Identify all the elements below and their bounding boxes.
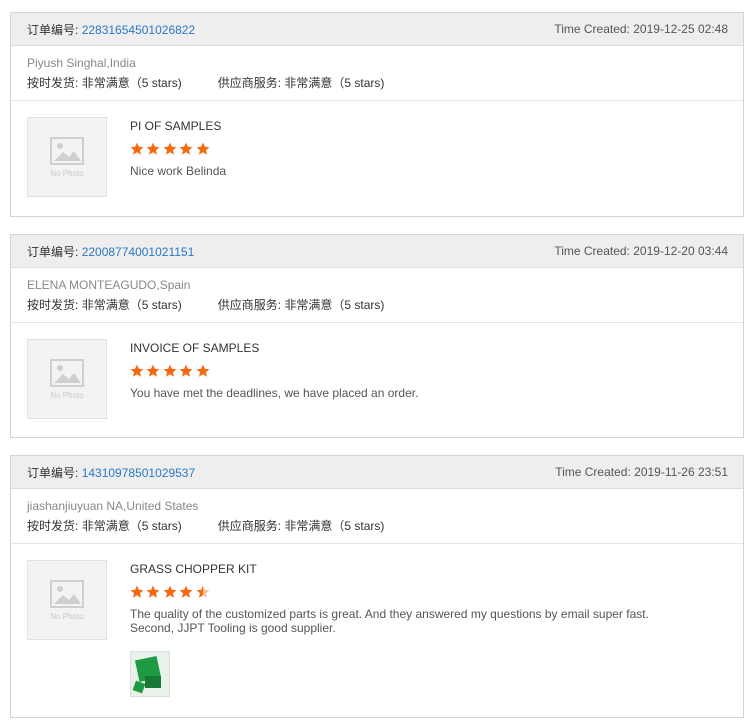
product-title[interactable]: GRASS CHOPPER KIT [130,562,727,576]
no-photo-label: No Photo [50,390,84,400]
star-rating [130,364,727,378]
buyer-block: ELENA MONTEAGUDO,Spain 按时发货: 非常满意（5 star… [11,268,743,323]
star-icon [146,364,160,377]
service-value: 非常满意（5 stars) [284,519,385,533]
order-label: 订单编号: [27,465,79,480]
star-icon [179,142,193,155]
service-rating: 供应商服务: 非常满意（5 stars) [218,76,385,90]
review-card: 订单编号: 14310978501029537 Time Created: 20… [10,455,744,718]
service-label: 供应商服务: [217,519,282,533]
review-card: 订单编号: 22831654501026822 Time Created: 20… [10,12,744,217]
image-placeholder-icon [50,579,84,608]
time-created-value: 2019-11-26 23:51 [634,465,728,479]
buyer-block: jiashanjiuyuan NA,United States 按时发货: 非常… [11,489,743,544]
product-thumbnail[interactable]: No Photo [27,339,107,419]
star-icon [130,142,144,155]
time-created-value: 2019-12-20 03:44 [633,244,728,258]
order-number-link[interactable]: 22008774001021151 [82,245,195,259]
buyer-name: Piyush Singhal,India [27,56,136,70]
time-created: Time Created: 2019-12-25 02:48 [554,22,728,36]
order-info: 订单编号: 14310978501029537 [27,464,195,481]
review-card: 订单编号: 22008774001021151 Time Created: 20… [10,234,744,438]
card-header: 订单编号: 22008774001021151 Time Created: 20… [11,235,743,268]
star-icon [163,585,177,598]
order-label: 订单编号: [27,244,79,259]
star-icon [163,142,177,155]
product-thumbnail[interactable]: No Photo [27,560,107,640]
service-rating: 供应商服务: 非常满意（5 stars) [218,298,385,312]
review-text: GRASS CHOPPER KIT The quality of the cus… [130,562,727,697]
ratings-row: 按时发货: 非常满意（5 stars) 供应商服务: 非常满意（5 stars) [27,76,727,90]
attachment-part-shape [145,676,161,688]
ship-rating: 按时发货: 非常满意（5 stars) [27,76,182,90]
ship-value: 非常满意（5 stars) [81,298,182,312]
ratings-row: 按时发货: 非常满意（5 stars) 供应商服务: 非常满意（5 stars) [27,298,727,312]
star-rating [130,585,727,599]
star-icon [130,364,144,377]
review-comment: The quality of the customized parts is g… [130,607,649,635]
ship-label: 按时发货: [27,519,79,533]
review-text: PI OF SAMPLES Nice work Belinda [130,119,727,178]
star-icon [146,585,160,598]
no-photo-label: No Photo [50,611,84,621]
buyer-name: ELENA MONTEAGUDO,Spain [27,278,191,292]
time-created-label: Time Created: [554,244,630,258]
star-icon [146,142,160,155]
time-created-label: Time Created: [554,22,630,36]
review-comment: You have met the deadlines, we have plac… [130,386,419,400]
ship-value: 非常满意（5 stars) [81,519,182,533]
service-rating: 供应商服务: 非常满意（5 stars) [218,519,385,533]
service-label: 供应商服务: [217,76,282,90]
review-text: INVOICE OF SAMPLES You have met the dead… [130,341,727,400]
star-icon [196,585,209,598]
order-info: 订单编号: 22831654501026822 [27,21,195,38]
review-attachment-image[interactable] [130,651,170,697]
star-icon [179,364,193,377]
service-value: 非常满意（5 stars) [284,76,385,90]
service-label: 供应商服务: [217,298,282,312]
buyer-name: jiashanjiuyuan NA,United States [27,499,199,513]
star-icon [196,142,209,155]
order-number-link[interactable]: 14310978501029537 [82,466,195,480]
time-created: Time Created: 2019-11-26 23:51 [555,465,728,479]
service-value: 非常满意（5 stars) [284,298,385,312]
attachment-part-shape [132,680,146,694]
star-rating [130,142,727,156]
review-content: No Photo GRASS CHOPPER KIT The quality o… [11,544,743,713]
product-thumbnail[interactable]: No Photo [27,117,107,197]
time-created-value: 2019-12-25 02:48 [633,22,728,36]
order-number-link[interactable]: 22831654501026822 [82,23,195,37]
star-icon [163,364,177,377]
image-placeholder-icon [50,358,84,387]
time-created-label: Time Created: [555,465,631,479]
star-icon [196,364,209,377]
star-icon [179,585,193,598]
buyer-block: Piyush Singhal,India 按时发货: 非常满意（5 stars)… [11,46,743,101]
product-title[interactable]: INVOICE OF SAMPLES [130,341,727,355]
ratings-row: 按时发货: 非常满意（5 stars) 供应商服务: 非常满意（5 stars) [27,519,727,533]
star-icon [130,585,144,598]
ship-value: 非常满意（5 stars) [81,76,182,90]
product-title[interactable]: PI OF SAMPLES [130,119,727,133]
ship-rating: 按时发货: 非常满意（5 stars) [27,519,182,533]
ship-label: 按时发货: [27,76,79,90]
review-comment: Nice work Belinda [130,164,227,178]
image-placeholder-icon [50,136,84,165]
card-header: 订单编号: 22831654501026822 Time Created: 20… [11,13,743,46]
card-header: 订单编号: 14310978501029537 Time Created: 20… [11,456,743,489]
ship-label: 按时发货: [27,298,79,312]
ship-rating: 按时发货: 非常满意（5 stars) [27,298,182,312]
order-label: 订单编号: [27,22,79,37]
order-info: 订单编号: 22008774001021151 [27,243,194,260]
time-created: Time Created: 2019-12-20 03:44 [554,244,728,258]
no-photo-label: No Photo [50,168,84,178]
